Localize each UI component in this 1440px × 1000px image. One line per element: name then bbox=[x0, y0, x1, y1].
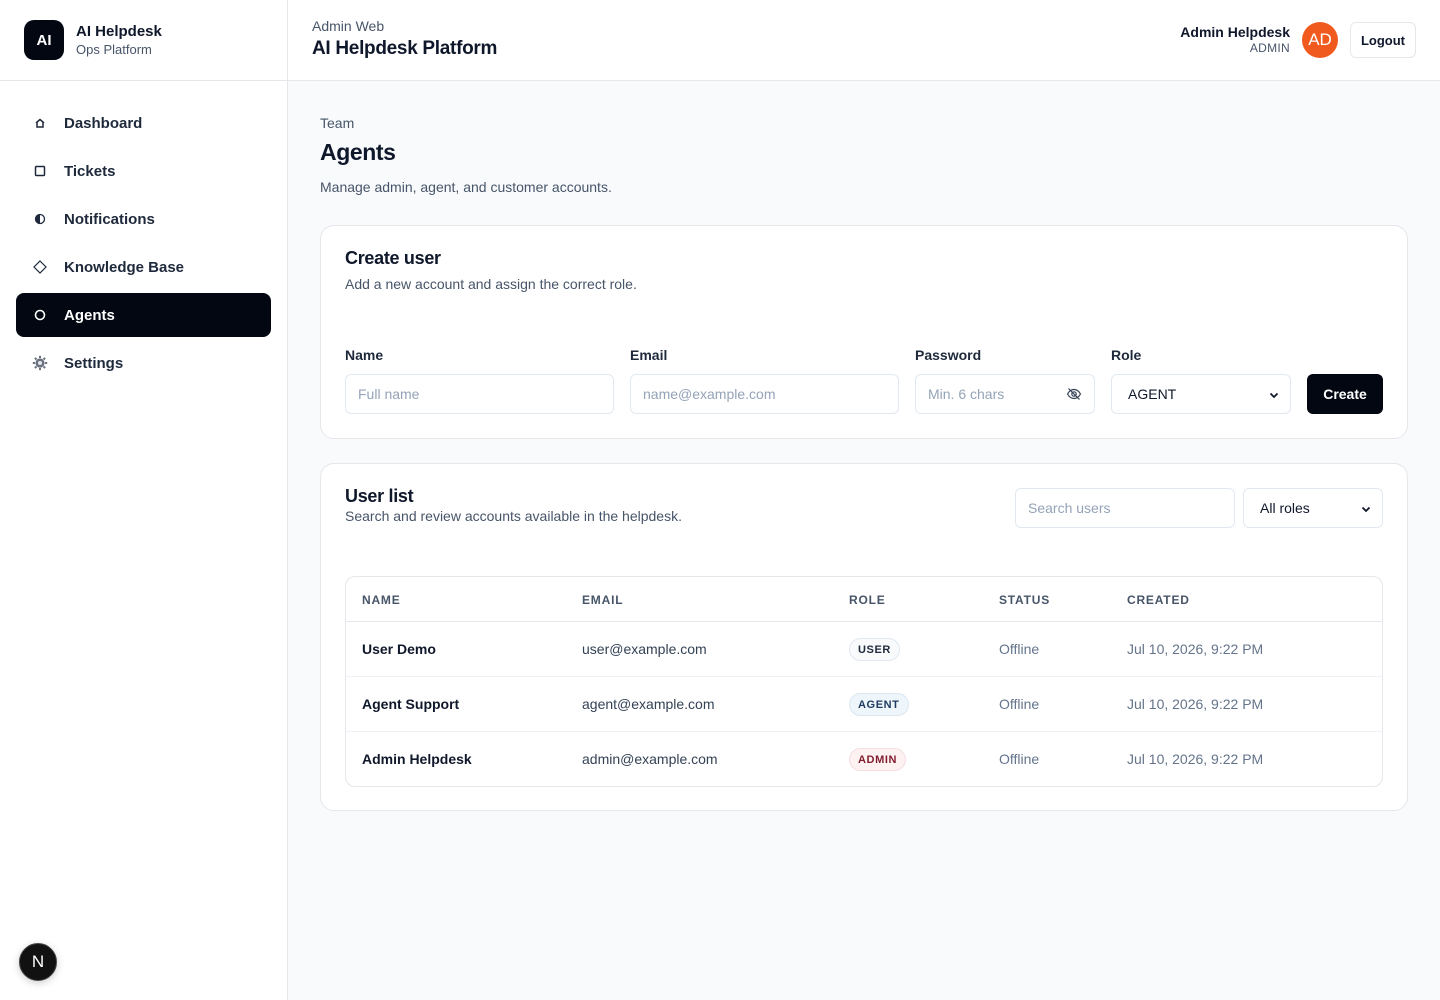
page-description: Manage admin, agent, and customer accoun… bbox=[320, 179, 612, 195]
user-status: Offline bbox=[999, 751, 1040, 767]
user-status: Offline bbox=[999, 696, 1040, 712]
breadcrumb: Team bbox=[320, 115, 355, 131]
email-field[interactable]: name@example.com bbox=[630, 374, 899, 414]
sidebar-item-label: Agents bbox=[64, 306, 115, 324]
user-email: agent@example.com bbox=[582, 696, 715, 712]
brand-logo: AI bbox=[24, 20, 64, 60]
user-name: Agent Support bbox=[362, 696, 460, 712]
user-created: Jul 10, 2026, 9:22 PM bbox=[1127, 641, 1264, 657]
header-subtitle: Admin Web bbox=[312, 18, 385, 34]
sidebar-item-dashboard[interactable]: Dashboard bbox=[16, 101, 271, 145]
header-user-role: ADMIN bbox=[1249, 41, 1290, 55]
name-field[interactable]: Full name bbox=[345, 374, 614, 414]
sidebar-item-notifications[interactable]: Notifications bbox=[16, 197, 271, 241]
sidebar-item-label: Settings bbox=[64, 354, 124, 372]
brand-name: AI Helpdesk bbox=[76, 22, 162, 40]
user-created: Jul 10, 2026, 9:22 PM bbox=[1127, 751, 1264, 767]
password-field[interactable]: Min. 6 chars bbox=[915, 374, 1095, 414]
brand: AI AI Helpdesk Ops Platform bbox=[0, 0, 287, 81]
header-title: AI Helpdesk Platform bbox=[312, 38, 498, 59]
role-label: Role bbox=[1111, 347, 1142, 363]
sidebar-item-label: Dashboard bbox=[64, 114, 143, 132]
brand-subtitle: Ops Platform bbox=[76, 41, 152, 57]
table-row[interactable]: Admin Helpdesk admin@example.com ADMIN O… bbox=[346, 732, 1382, 786]
role-badge: USER bbox=[849, 638, 900, 661]
column-header[interactable]: NAME bbox=[362, 593, 401, 607]
user-status: Offline bbox=[999, 641, 1040, 657]
chevron-down-icon bbox=[1268, 388, 1280, 404]
user-list-description: Search and review accounts available in … bbox=[345, 508, 682, 524]
dev-tools-button[interactable]: N bbox=[19, 943, 57, 981]
table-header: NAME EMAIL ROLE STATUS CREATED bbox=[346, 577, 1382, 622]
sidebar-item-settings[interactable]: Settings bbox=[16, 341, 271, 385]
diamond-icon bbox=[32, 259, 48, 275]
sidebar-item-agents[interactable]: Agents bbox=[16, 293, 271, 337]
top-header: Admin Web AI Helpdesk Platform Admin Hel… bbox=[288, 0, 1440, 81]
user-list-card: User list Search and review accounts ava… bbox=[320, 463, 1408, 811]
role-badge: ADMIN bbox=[849, 748, 907, 771]
circle-icon bbox=[32, 307, 48, 323]
user-email: user@example.com bbox=[582, 641, 707, 657]
role-badge: AGENT bbox=[849, 693, 909, 716]
chevron-down-icon bbox=[1360, 502, 1372, 518]
user-name: User Demo bbox=[362, 641, 436, 657]
create-user-card: Create user Add a new account and assign… bbox=[320, 225, 1408, 439]
header-user-info: Admin Helpdesk ADMIN bbox=[1180, 23, 1290, 56]
column-header[interactable]: ROLE bbox=[849, 593, 886, 607]
email-placeholder: name@example.com bbox=[643, 386, 776, 402]
sidebar: AI AI Helpdesk Ops Platform Dashboard Ti… bbox=[0, 0, 288, 1000]
avatar[interactable]: AD bbox=[1302, 22, 1338, 58]
user-created: Jul 10, 2026, 9:22 PM bbox=[1127, 696, 1264, 712]
eye-off-icon[interactable] bbox=[1066, 386, 1082, 405]
create-user-title: Create user bbox=[345, 248, 441, 268]
main-content: Team Agents Manage admin, agent, and cus… bbox=[320, 81, 1408, 811]
search-input[interactable]: Search users bbox=[1015, 488, 1235, 528]
sidebar-item-knowledge-base[interactable]: Knowledge Base bbox=[16, 245, 271, 289]
password-placeholder: Min. 6 chars bbox=[928, 386, 1005, 402]
gear-icon bbox=[32, 355, 48, 371]
header-user-name: Admin Helpdesk bbox=[1180, 24, 1290, 40]
role-select[interactable]: AGENT bbox=[1111, 374, 1291, 414]
logout-button[interactable]: Logout bbox=[1350, 22, 1416, 58]
users-table: NAME EMAIL ROLE STATUS CREATED User Demo… bbox=[345, 576, 1383, 787]
sidebar-item-label: Knowledge Base bbox=[64, 258, 185, 276]
password-label: Password bbox=[915, 347, 982, 363]
sidebar-nav: Dashboard Tickets Notifications Knowledg… bbox=[0, 81, 287, 409]
sidebar-item-label: Notifications bbox=[64, 210, 155, 228]
column-header[interactable]: STATUS bbox=[999, 593, 1050, 607]
user-name: Admin Helpdesk bbox=[362, 751, 472, 767]
name-placeholder: Full name bbox=[358, 386, 420, 402]
user-email: admin@example.com bbox=[582, 751, 718, 767]
sidebar-item-tickets[interactable]: Tickets bbox=[16, 149, 271, 193]
column-header[interactable]: EMAIL bbox=[582, 593, 623, 607]
role-select-value: AGENT bbox=[1128, 386, 1177, 402]
half-circle-icon bbox=[32, 211, 48, 227]
role-filter-value: All roles bbox=[1260, 500, 1310, 516]
square-icon bbox=[32, 163, 48, 179]
create-button[interactable]: Create bbox=[1307, 374, 1383, 414]
role-filter-select[interactable]: All roles bbox=[1243, 488, 1383, 528]
table-row[interactable]: User Demo user@example.com USER Offline … bbox=[346, 622, 1382, 677]
create-user-description: Add a new account and assign the correct… bbox=[345, 276, 637, 292]
sidebar-item-label: Tickets bbox=[64, 162, 116, 180]
name-label: Name bbox=[345, 347, 384, 363]
column-header[interactable]: CREATED bbox=[1127, 593, 1190, 607]
home-icon bbox=[32, 115, 48, 131]
table-row[interactable]: Agent Support agent@example.com AGENT Of… bbox=[346, 677, 1382, 732]
page-title: Agents bbox=[320, 139, 396, 165]
user-list-title: User list bbox=[345, 486, 414, 506]
email-label: Email bbox=[630, 347, 668, 363]
search-placeholder: Search users bbox=[1028, 500, 1111, 516]
